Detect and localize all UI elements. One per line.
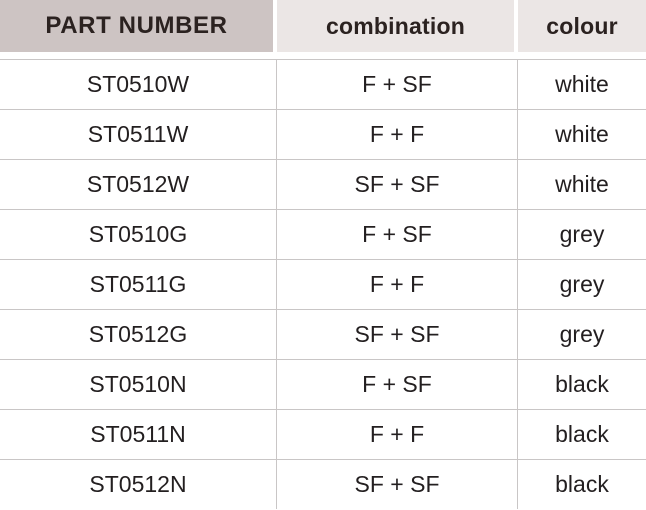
cell-part-number: ST0512G [0,310,277,359]
cell-part-number: ST0511N [0,410,277,459]
cell-colour: grey [559,271,605,297]
cell-combination: F + F [277,410,518,459]
cell-combination: F + SF [277,360,518,409]
table-row: ST0512G SF + SF grey [0,309,646,359]
cell-part-number: ST0511G [0,260,277,309]
cell-colour: black [555,421,609,447]
cell-part-number: ST0510G [0,210,277,259]
cell-colour: white [555,71,609,97]
table-row: ST0510N F + SF black [0,359,646,409]
cell-colour: black [555,371,609,397]
table-row: ST0512W SF + SF white [0,159,646,209]
cell-part-number: ST0511W [0,110,277,159]
cell-part-number: ST0512N [0,460,277,509]
table-row: ST0510G F + SF grey [0,209,646,259]
cell-colour: grey [559,221,605,247]
cell-part-number: ST0512W [0,160,277,209]
table-header-row: PART NUMBER combination colour [0,0,646,52]
table-row: ST0511G F + F grey [0,259,646,309]
cell-combination: SF + SF [277,460,518,509]
cell-combination: F + SF [277,60,518,109]
cell-combination: SF + SF [277,160,518,209]
cell-colour: white [555,121,609,147]
table-row: ST0511N F + F black [0,409,646,459]
cell-combination: SF + SF [277,310,518,359]
table-body: ST0510W F + SF white ST0511W F + Fwhite ST051… [0,59,646,510]
cell-combination: F + F [277,260,518,309]
table-row: ST0511W F + F white [0,109,646,159]
cell-combination: F + F [277,110,518,159]
cell-part-number: ST0510W [0,60,277,109]
part-number-table: PART NUMBER combination colour ST0510W F … [0,0,646,510]
table-row: ST0510W F + SF white [0,59,646,109]
cell-colour: black [555,471,609,497]
cell-colour: grey [559,321,605,347]
column-header-colour: colour [518,0,646,52]
cell-part-number: ST0510N [0,360,277,409]
cell-combination: F + SF [277,210,518,259]
column-header-combination: combination [277,0,514,52]
cell-colour: white [555,171,609,197]
table-row: ST0512N SF + SF black [0,459,646,509]
column-header-part-number: PART NUMBER [0,0,273,52]
